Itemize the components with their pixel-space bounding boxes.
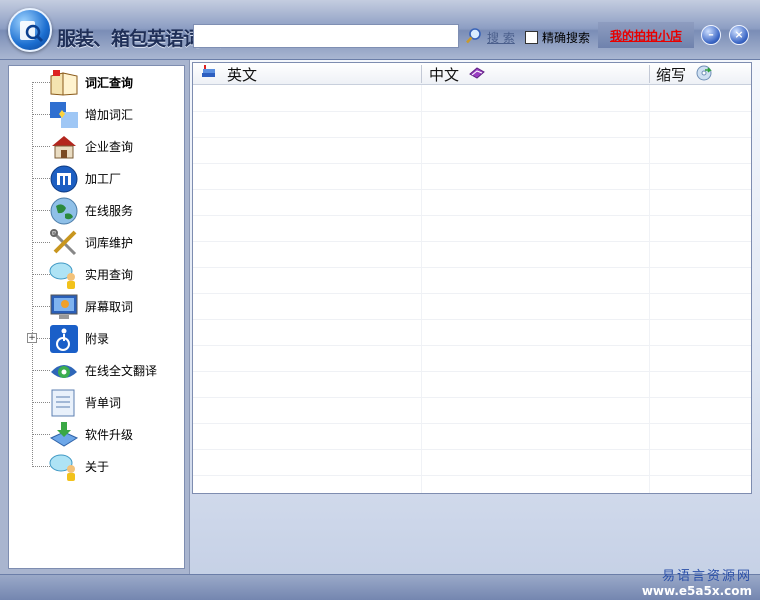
table-row[interactable] [193, 242, 751, 268]
sidebar-item-screen-capture-word[interactable]: 屏幕取词 [9, 290, 184, 322]
sidebar-item-practical-lookup[interactable]: 实用查询 [9, 258, 184, 290]
sidebar-item-label: 加工厂 [85, 172, 122, 186]
sidebar-item-label: 在线服务 [85, 204, 134, 218]
sidebar-item-memorize-words[interactable]: 背单词 [9, 386, 184, 418]
column-header-label: 缩写 [656, 65, 687, 84]
watermark: 易语言资源网 www.e5a5x.com [642, 565, 752, 598]
grid-header: 英文 中文 缩写 [193, 63, 751, 85]
column-header-chinese[interactable]: 中文 [429, 63, 485, 85]
table-row[interactable] [193, 294, 751, 320]
accessibility-icon [49, 324, 79, 354]
sidebar-item-label: 实用查询 [85, 268, 134, 282]
search-button[interactable]: 搜 索 [465, 26, 515, 48]
sidebar-item-online-translation[interactable]: 在线全文翻译 [9, 354, 184, 386]
book-icon [49, 68, 79, 98]
app-logo-icon [8, 8, 52, 52]
expand-toggle[interactable]: + [27, 333, 37, 343]
table-row[interactable] [193, 190, 751, 216]
sidebar-item-add-vocab[interactable]: 增加词汇 [9, 98, 184, 130]
purple-book-icon [469, 65, 485, 84]
table-row[interactable] [193, 372, 751, 398]
exact-search-label: 精确搜索 [542, 31, 591, 45]
sidebar-tree[interactable]: 词汇查询 增加词汇 企业查询 加工厂 在线服务 词库维护 实用查询 屏幕取词 +… [8, 65, 185, 569]
monitor-icon [49, 292, 79, 322]
sidebar-item-label: 背单词 [85, 396, 122, 410]
exact-search-toggle[interactable]: 精确搜索 [525, 29, 590, 46]
shop-link-label: 我的拍拍小店 [609, 28, 682, 43]
table-row[interactable] [193, 398, 751, 424]
tools-icon [49, 228, 79, 258]
table-row[interactable] [193, 112, 751, 138]
table-row[interactable] [193, 450, 751, 476]
sidebar-item-about[interactable]: 关于 [9, 450, 184, 482]
table-row[interactable] [193, 320, 751, 346]
sidebar-item-label: 企业查询 [85, 140, 134, 154]
minimize-button[interactable]: – [701, 25, 721, 45]
search-input[interactable] [193, 24, 459, 48]
sidebar-item-company-lookup[interactable]: 企业查询 [9, 130, 184, 162]
book-stack-icon [201, 64, 217, 84]
table-row[interactable] [193, 346, 751, 372]
magnifier-icon [465, 27, 483, 48]
globe-icon [49, 196, 79, 226]
table-row[interactable] [193, 216, 751, 242]
chat-user-icon [49, 260, 79, 290]
sidebar-item-label: 软件升级 [85, 428, 134, 442]
column-header-abbreviation[interactable]: 缩写 [656, 63, 712, 85]
watermark-chinese: 易语言资源网 [661, 569, 752, 584]
search-button-label: 搜 索 [487, 30, 515, 45]
translate-eye-icon [49, 356, 79, 386]
sidebar-item-appendix[interactable]: + 附录 [9, 322, 184, 354]
table-row[interactable] [193, 268, 751, 294]
sidebar-item-factory[interactable]: 加工厂 [9, 162, 184, 194]
close-button[interactable]: × [729, 25, 749, 45]
exact-search-checkbox[interactable] [525, 31, 538, 44]
results-grid[interactable]: 英文 中文 缩写 [192, 62, 752, 494]
notepad-icon [49, 388, 79, 418]
sidebar-item-label: 增加词汇 [85, 108, 134, 122]
sidebar-item-online-service[interactable]: 在线服务 [9, 194, 184, 226]
table-row[interactable] [193, 138, 751, 164]
house-icon [49, 132, 79, 162]
watermark-url: www.e5a5x.com [641, 584, 752, 598]
chat-user-icon [49, 452, 79, 482]
disc-arrow-icon [696, 65, 712, 84]
upgrade-icon [49, 420, 79, 450]
factory-icon [49, 164, 79, 194]
sidebar-item-label: 词汇查询 [85, 76, 134, 90]
sidebar-item-label: 屏幕取词 [85, 300, 134, 314]
column-header-label: 英文 [227, 65, 258, 84]
shop-link[interactable]: 我的拍拍小店 [598, 22, 694, 48]
sidebar-item-software-upgrade[interactable]: 软件升级 [9, 418, 184, 450]
sidebar-item-label: 在线全文翻译 [85, 364, 158, 378]
sidebar-item-label: 关于 [85, 460, 110, 474]
table-row[interactable] [193, 86, 751, 112]
sidebar-item-label: 附录 [85, 332, 110, 346]
sidebar-item-dictionary-maintenance[interactable]: 词库维护 [9, 226, 184, 258]
add-word-icon [49, 100, 79, 130]
sidebar-frame: 词汇查询 增加词汇 企业查询 加工厂 在线服务 词库维护 实用查询 屏幕取词 +… [0, 60, 190, 574]
column-header-label: 中文 [429, 65, 460, 84]
title-bar[interactable]: 服装、箱包英语词汇通 搜 索 精确搜索 我的拍拍小店 – × [0, 0, 760, 60]
table-row[interactable] [193, 164, 751, 190]
column-header-english[interactable]: 英文 [201, 63, 257, 85]
sidebar-item-label: 词库维护 [85, 236, 134, 250]
sidebar-item-vocab-lookup[interactable]: 词汇查询 [9, 66, 184, 98]
table-row[interactable] [193, 424, 751, 450]
results-panel: 英文 中文 缩写 [190, 60, 760, 574]
